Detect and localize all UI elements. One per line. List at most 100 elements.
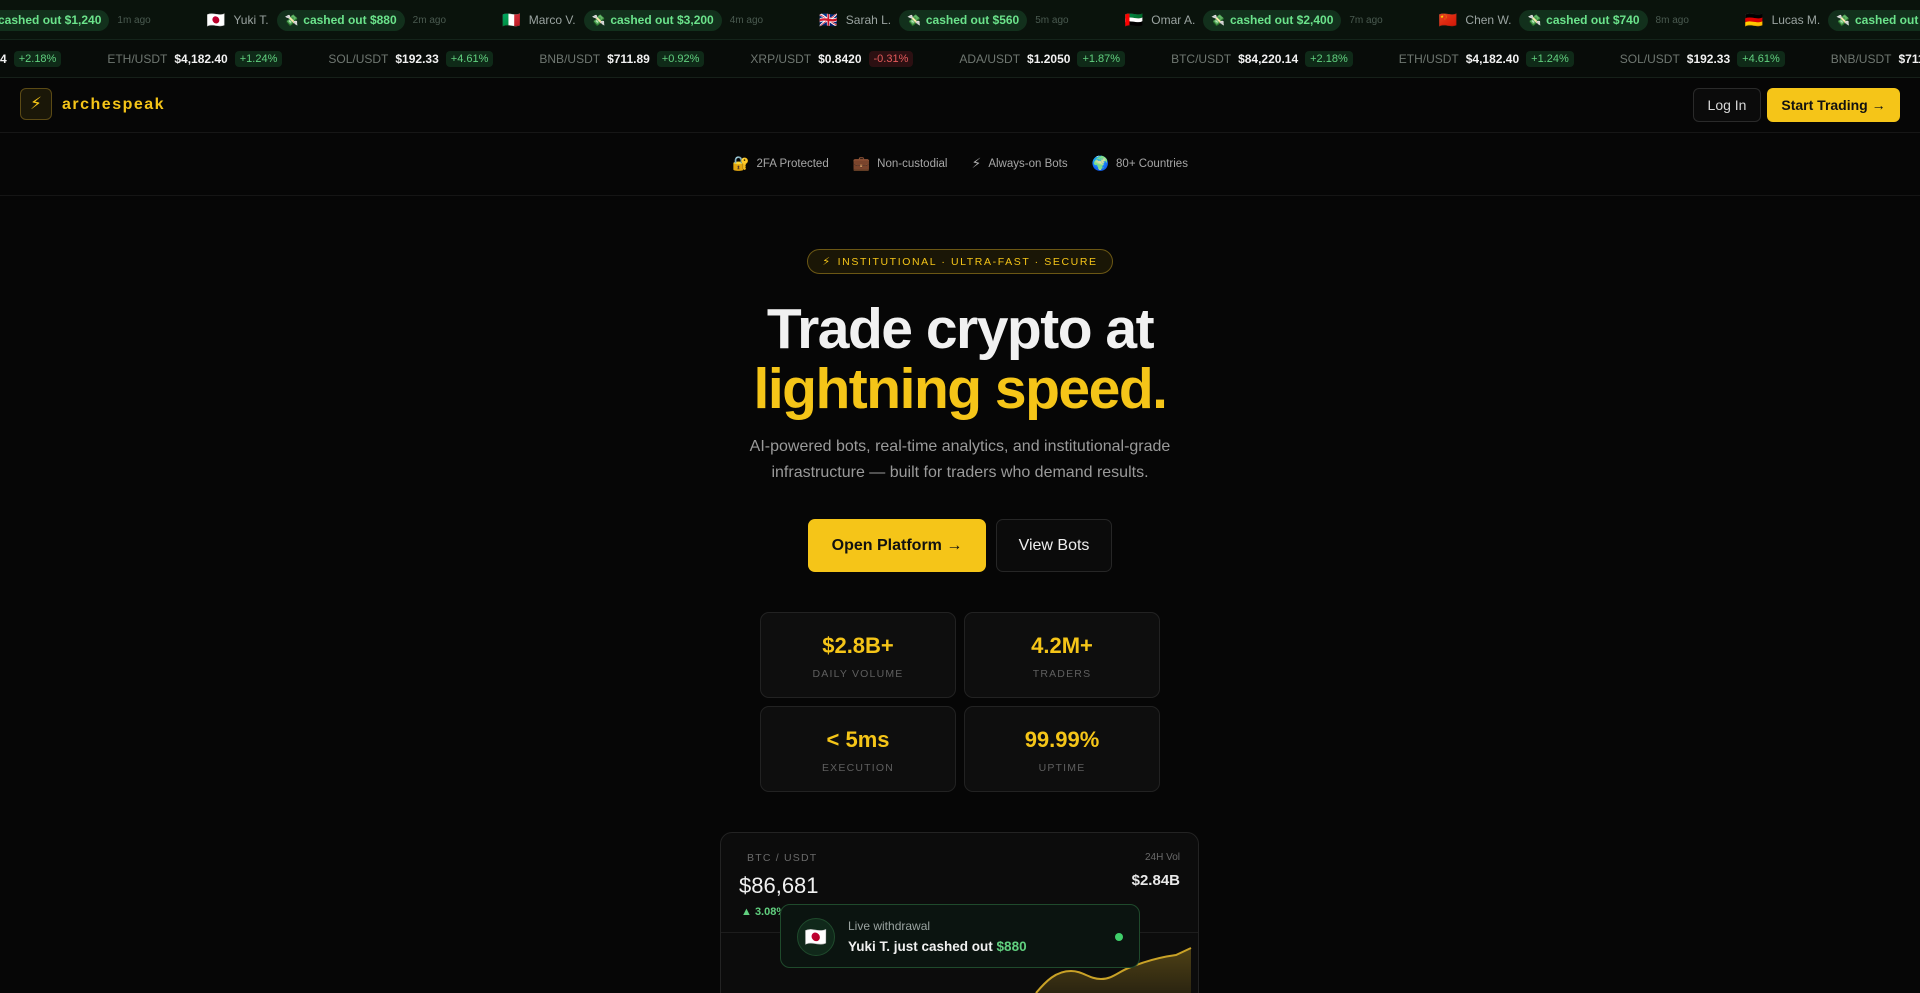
- price-item[interactable]: ETH/USDT $4,182.40 +1.24%: [1399, 51, 1574, 67]
- cashout-user: Marco V.: [528, 13, 576, 27]
- trust-label: 2FA Protected: [756, 158, 829, 170]
- price-value: $192.33: [395, 52, 439, 66]
- cashout-item: 🇦🇪 Omar A. 💸 cashed out $2,400 7m ago: [1125, 9, 1383, 31]
- lightning-logo-icon[interactable]: ⚡: [20, 88, 52, 120]
- cashout-amount: cashed out $2,400: [1229, 13, 1334, 27]
- trust-item-noncustodial: 💼 Non-custodial: [853, 156, 948, 172]
- cashout-item: 🇬🇧 Sarah L. 💸 cashed out $560 5m ago: [819, 9, 1069, 31]
- price-symbol: ADA/USDT: [959, 52, 1021, 66]
- hero-subtitle: AI-powered bots, real-time analytics, an…: [749, 438, 1171, 481]
- cashout-pill: 💸cashed out $1,240: [0, 9, 110, 31]
- trust-item-2fa: 🔐 2FA Protected: [732, 156, 829, 172]
- country-flag-icon: 🇬🇧: [819, 11, 838, 29]
- price-change: +4.61%: [445, 51, 494, 67]
- stat-label: UPTIME: [1038, 762, 1086, 774]
- view-bots-button[interactable]: View Bots: [996, 519, 1112, 572]
- cashout-pill: 💸 cashed out $2,400: [1203, 9, 1342, 31]
- price-symbol: BNB/USDT: [1830, 52, 1892, 66]
- price-change: +1.24%: [1526, 51, 1574, 67]
- cashout-ticker: 💸cashed out $1,2401m ago🇯🇵Yuki T.💸cashed…: [0, 0, 1920, 40]
- live-withdrawal-toast[interactable]: 🇯🇵 Live withdrawal Yuki T. just cashed o…: [780, 904, 1140, 968]
- cashout-amount: cashed out $3,200: [610, 13, 714, 27]
- cashout-pill: 💸 cashed out $3,200: [583, 9, 722, 31]
- cashout-track: 💸cashed out $1,2401m ago🇯🇵Yuki T.💸cashed…: [0, 0, 1920, 39]
- stat-label: DAILY VOLUME: [812, 668, 904, 680]
- price-symbol: SOL/USDT: [328, 52, 389, 66]
- price-symbol: XRP/USDT: [750, 52, 812, 66]
- price-change: +1.87%: [1077, 51, 1126, 67]
- toast-amount: $880: [996, 939, 1027, 954]
- cashout-user: Chen W.: [1465, 13, 1512, 27]
- money-wings-icon: 💸: [1211, 14, 1225, 27]
- country-flag-icon: 🇨🇳: [1438, 11, 1458, 29]
- stat-value: < 5ms: [826, 727, 890, 752]
- cashout-time: 8m ago: [1655, 14, 1689, 26]
- trust-label: Non-custodial: [877, 158, 948, 170]
- price-item[interactable]: SOL/USDT $192.33 +4.61%: [328, 51, 494, 67]
- trust-item-bots: ⚡ Always-on Bots: [971, 156, 1067, 172]
- price-value: $4,182.40: [174, 52, 228, 66]
- trust-label: Always-on Bots: [988, 158, 1068, 170]
- price-change: +2.18%: [1305, 51, 1353, 67]
- price-item[interactable]: BNB/USDT $711.89 +0.92%: [539, 51, 705, 67]
- trust-strip: 🔐 2FA Protected 💼 Non-custodial ⚡ Always…: [0, 133, 1920, 196]
- price-symbol: ETH/USDT: [1398, 52, 1459, 66]
- login-button[interactable]: Log In: [1693, 88, 1761, 122]
- money-wings-icon: 💸: [1527, 14, 1542, 27]
- price-value: $1.2050: [1027, 52, 1071, 66]
- start-trading-button[interactable]: Start Trading →: [1767, 88, 1900, 122]
- price-value: $711.89: [1898, 52, 1920, 66]
- stat-value: $2.8B+: [822, 633, 894, 658]
- stat-execution: < 5ms EXECUTION: [760, 706, 956, 792]
- price-symbol: BNB/USDT: [539, 52, 601, 66]
- hero-badge-text: INSTITUTIONAL · ULTRA-FAST · SECURE: [837, 255, 1098, 268]
- price-item[interactable]: ETH/USDT $4,182.40 +1.24%: [107, 51, 283, 67]
- price-item[interactable]: ADA/USDT $1.2050 +1.87%: [959, 51, 1126, 67]
- money-wings-icon: 💸: [907, 14, 921, 27]
- hero-title-line1: Trade crypto at: [766, 297, 1155, 361]
- live-indicator-dot: [1115, 933, 1123, 941]
- price-value: $192.33: [1686, 52, 1731, 66]
- toast-flag-avatar: 🇯🇵: [797, 918, 835, 956]
- stat-label: EXECUTION: [821, 762, 895, 774]
- price-change: +4.61%: [1737, 51, 1785, 67]
- chart-volume-label: 24H Vol: [1144, 852, 1180, 863]
- open-platform-button[interactable]: Open Platform →: [808, 519, 986, 572]
- cashout-pill: 💸 cashed out $560: [899, 9, 1028, 31]
- country-flag-icon: 🇩🇪: [1744, 11, 1764, 29]
- chart-pair: BTC / USDT: [747, 852, 818, 864]
- cashout-time: 5m ago: [1035, 14, 1069, 26]
- price-change: -0.31%: [868, 51, 914, 67]
- cashout-item: 🇨🇳 Chen W. 💸 cashed out $740 8m ago: [1438, 9, 1689, 31]
- cashout-time: 7m ago: [1349, 14, 1383, 26]
- money-wings-icon: 💸: [284, 14, 299, 27]
- stat-daily-volume: $2.8B+ DAILY VOLUME: [760, 612, 956, 698]
- price-value: $711.89: [607, 52, 650, 66]
- brand-name[interactable]: archespeak: [62, 96, 165, 114]
- price-item[interactable]: 4,220.14 +2.18%: [0, 51, 62, 67]
- money-wings-icon: 💸: [1836, 14, 1850, 27]
- price-track: 4,220.14 +2.18% ETH/USDT $4,182.40 +1.24% SOL…: [0, 40, 1920, 77]
- cashout-user: Omar A.: [1151, 13, 1196, 27]
- price-ticker: 4,220.14 +2.18% ETH/USDT $4,182.40 +1.24% SOL…: [0, 40, 1920, 78]
- price-change: +0.92%: [656, 51, 705, 67]
- price-item[interactable]: BNB/USDT$711.89+0.92%: [1831, 51, 1920, 67]
- price-symbol: ETH/USDT: [107, 52, 168, 66]
- price-item[interactable]: XRP/USDT $0.8420 -0.31%: [750, 51, 914, 67]
- price-value: 4,220.14: [0, 52, 7, 66]
- briefcase-icon: 💼: [852, 156, 871, 172]
- trust-label: 80+ Countries: [1116, 158, 1188, 170]
- country-flag-icon: 🇯🇵: [206, 11, 226, 29]
- cashout-time: 1m ago: [117, 14, 151, 26]
- lock-key-icon: 🔐: [732, 156, 750, 172]
- lightning-icon: ⚡: [971, 156, 982, 172]
- cashout-user: Lucas M.: [1771, 13, 1821, 27]
- hero-badge: ⚡ INSTITUTIONAL · ULTRA-FAST · SECURE: [807, 249, 1113, 274]
- cashout-user: Sarah L.: [845, 13, 892, 27]
- cashout-amount: cashed out $740: [1546, 13, 1640, 27]
- price-item[interactable]: BTC/USDT $84,220.14 +2.18%: [1171, 51, 1353, 67]
- price-symbol: BTC/USDT: [1171, 52, 1232, 66]
- price-change: +1.24%: [234, 51, 283, 67]
- lightning-icon: ⚡: [822, 256, 832, 268]
- price-item[interactable]: SOL/USDT $192.33 +4.61%: [1620, 51, 1785, 67]
